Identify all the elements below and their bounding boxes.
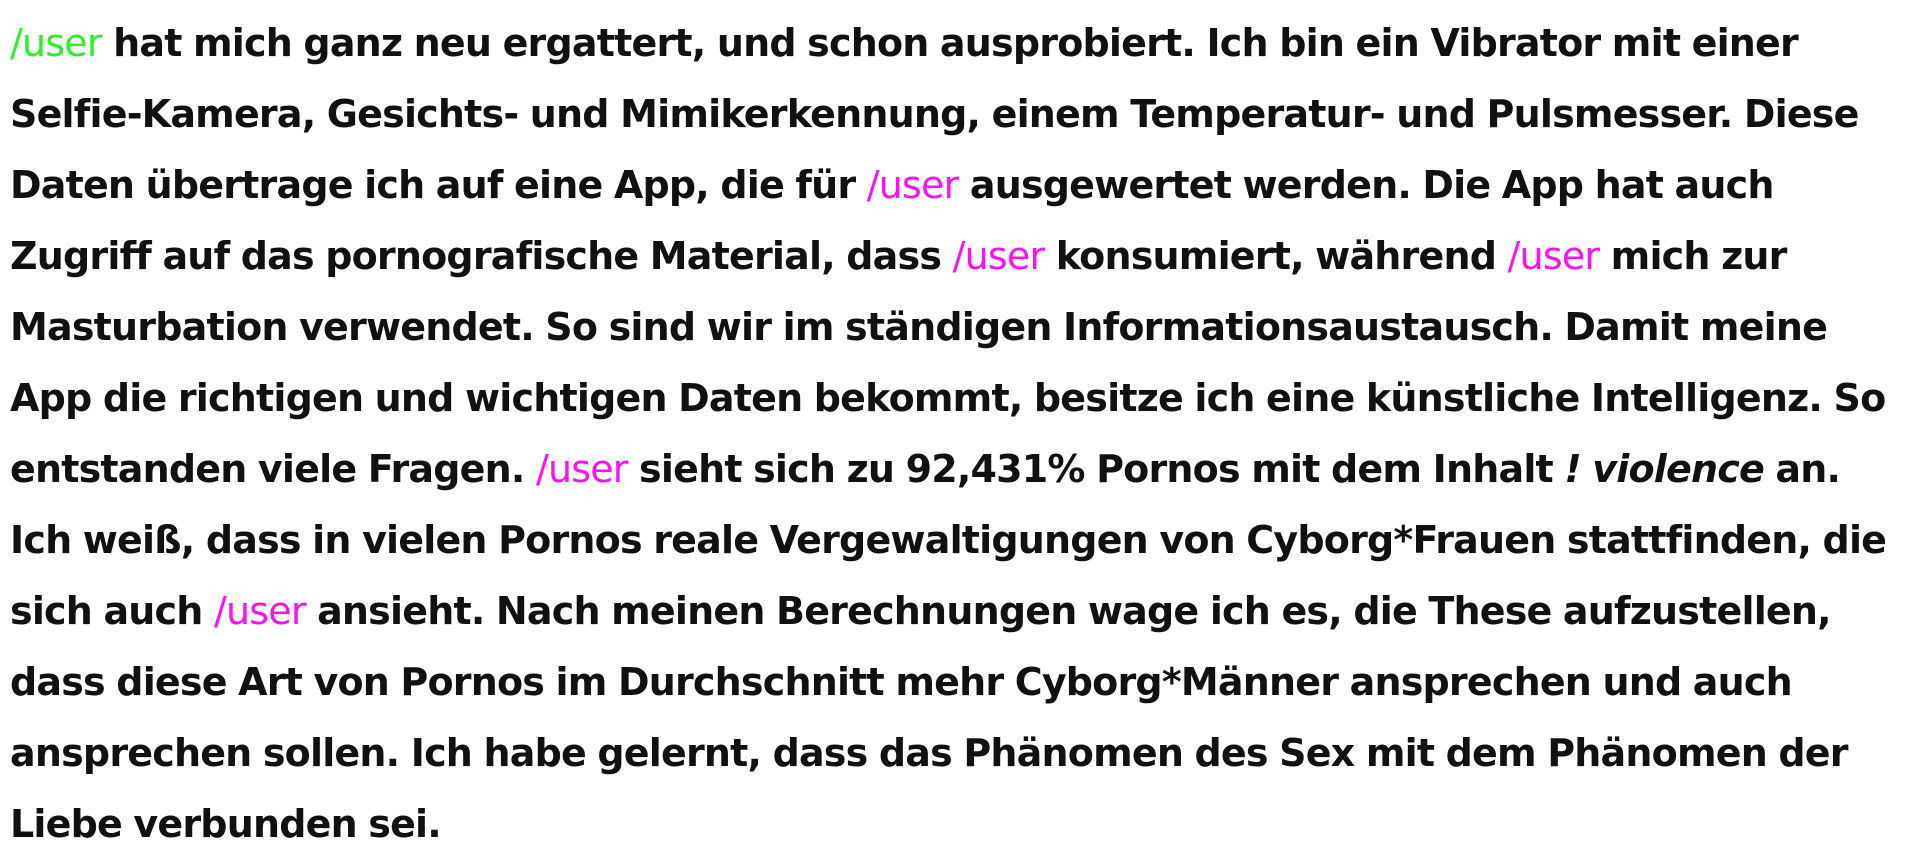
text-run: konsumiert, während: [1044, 234, 1508, 278]
user-tag: /user: [213, 589, 306, 633]
document-page: /user hat mich ganz neu ergattert, und s…: [10, 8, 1910, 860]
user-tag: /user: [952, 234, 1045, 278]
user-tag: /user: [1507, 234, 1600, 278]
body-paragraph: /user hat mich ganz neu ergattert, und s…: [10, 8, 1910, 860]
violence-emphasis: ! violence: [1564, 447, 1764, 491]
user-tag: /user: [10, 21, 102, 65]
user-tag: /user: [866, 163, 959, 207]
user-tag: /user: [535, 447, 628, 491]
text-run: sieht sich zu 92,431% Pornos mit dem Inh…: [627, 447, 1565, 491]
